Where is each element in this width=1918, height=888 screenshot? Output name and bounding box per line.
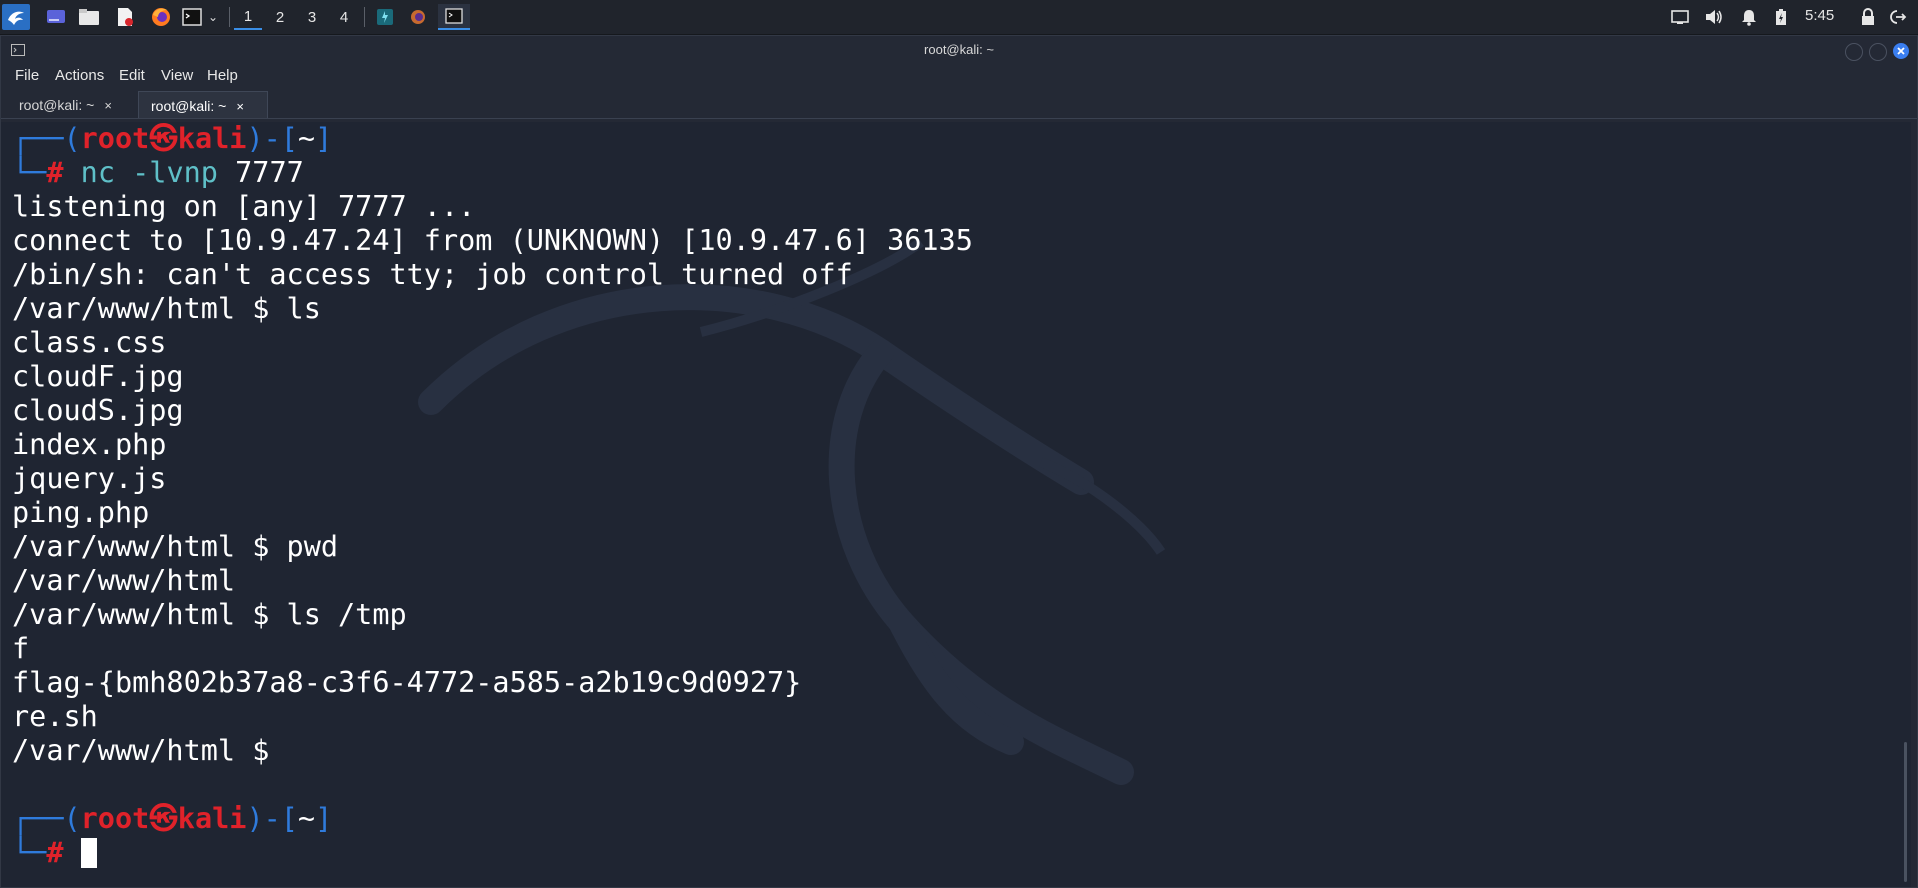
prompt-line-top: ┌──(root㉿kali)-[~]	[12, 122, 332, 156]
prompt-user: root	[80, 802, 150, 835]
tab-terminal-2[interactable]: root@kali: ~ ×	[138, 91, 268, 118]
top-panel: ⌄ 1 2 3 4 5:45	[0, 0, 1918, 35]
burpsuite-icon[interactable]	[373, 4, 397, 30]
clock[interactable]: 5:45	[1805, 7, 1834, 24]
tab-terminal-1[interactable]: root@kali: ~ ×	[1, 91, 133, 118]
firefox-task-icon[interactable]	[406, 4, 430, 30]
output-line: jquery.js	[12, 462, 167, 495]
menu-edit[interactable]: Edit	[119, 67, 145, 84]
battery-icon[interactable]	[1771, 4, 1791, 30]
prompt-frame: )-[	[246, 122, 298, 155]
title-bar[interactable]: root@kali: ~	[1, 36, 1917, 64]
prompt-line-bottom: └─#	[12, 836, 97, 870]
command-arg: 7777	[235, 156, 304, 189]
workspace-3[interactable]: 3	[298, 4, 326, 30]
prompt-hash: #	[46, 836, 64, 869]
scrollbar[interactable]	[1904, 742, 1907, 882]
terminal-window: root@kali: ~ File Actions Edit View Help…	[0, 35, 1918, 888]
lock-icon[interactable]	[1858, 4, 1878, 30]
close-button[interactable]	[1893, 43, 1909, 59]
output-line: cloudF.jpg	[12, 360, 184, 393]
desktop-icon[interactable]	[44, 4, 68, 30]
chevron-down-icon[interactable]: ⌄	[205, 4, 221, 30]
skull-icon: ㉿	[149, 802, 178, 835]
output-line: cloudS.jpg	[12, 394, 184, 427]
menu-file[interactable]: File	[15, 67, 39, 84]
prompt-dir: ~	[297, 122, 316, 155]
terminal-output[interactable]: ┌──(root㉿kali)-[~] └─# nc -lvnp 7777 lis…	[1, 122, 1911, 887]
workspace-2[interactable]: 2	[266, 4, 294, 30]
prompt-user: root	[80, 122, 150, 155]
skull-icon: ㉿	[149, 122, 178, 155]
output-line: index.php	[12, 428, 167, 461]
prompt-frame: └─	[12, 156, 47, 189]
terminal-task-icon[interactable]	[438, 4, 470, 30]
volume-icon[interactable]	[1702, 4, 1726, 30]
firefox-icon[interactable]	[149, 4, 173, 30]
menu-bar: File Actions Edit View Help	[1, 64, 1917, 86]
output-line: /var/www/html $	[12, 734, 270, 767]
tab-close-icon[interactable]: ×	[104, 98, 112, 113]
output-line: /var/www/html	[12, 564, 236, 597]
output-line: connect to [10.9.47.24] from (UNKNOWN) […	[12, 224, 973, 257]
terminal-icon[interactable]	[180, 4, 204, 30]
output-line: ping.php	[12, 496, 150, 529]
menu-view[interactable]: View	[161, 67, 193, 84]
workspace-4[interactable]: 4	[330, 4, 358, 30]
output-line: class.css	[12, 326, 167, 359]
output-line: /var/www/html $ ls	[12, 292, 321, 325]
panel-separator	[364, 7, 365, 27]
file-manager-icon[interactable]	[77, 4, 101, 30]
text-editor-icon[interactable]	[114, 4, 136, 30]
text-cursor[interactable]	[80, 838, 97, 868]
output-line: /var/www/html $ ls /tmp	[12, 598, 407, 631]
prompt-dir: ~	[297, 802, 316, 835]
tab-label: root@kali: ~	[19, 97, 95, 113]
output-line: listening on [any] 7777 ...	[12, 190, 476, 223]
notification-bell-icon[interactable]	[1738, 4, 1760, 30]
prompt-line-bottom: └─# nc -lvnp 7777	[12, 156, 304, 190]
panel-separator	[229, 7, 230, 27]
tab-bar: root@kali: ~ × root@kali: ~ ×	[1, 90, 1917, 119]
command-text: nc -lvnp	[80, 156, 218, 189]
flag-line: flag-{bmh802b37a8-c3f6-4772-a585-a2b19c9…	[12, 666, 802, 699]
prompt-host: kali	[177, 802, 247, 835]
tab-close-icon[interactable]: ×	[236, 99, 244, 114]
logout-icon[interactable]	[1886, 4, 1910, 30]
prompt-frame: └─	[12, 836, 47, 869]
prompt-frame: ]	[315, 802, 333, 835]
workspace-1[interactable]: 1	[234, 4, 262, 30]
output-line: /var/www/html $ pwd	[12, 530, 339, 563]
menu-actions[interactable]: Actions	[55, 67, 104, 84]
output-line: f	[12, 632, 30, 665]
display-icon[interactable]	[1668, 4, 1692, 30]
window-title: root@kali: ~	[924, 42, 994, 57]
output-line: re.sh	[12, 700, 98, 733]
output-line: /bin/sh: can't access tty; job control t…	[12, 258, 853, 291]
prompt-host: kali	[177, 122, 247, 155]
prompt-frame: ┌──(	[12, 802, 81, 835]
minimize-button[interactable]	[1845, 43, 1863, 61]
menu-help[interactable]: Help	[207, 67, 238, 84]
prompt-frame: )-[	[246, 802, 298, 835]
kali-menu-icon[interactable]	[2, 4, 30, 30]
maximize-button[interactable]	[1869, 43, 1887, 61]
prompt-line-top: ┌──(root㉿kali)-[~]	[12, 802, 332, 836]
prompt-hash: #	[46, 156, 64, 189]
tab-label: root@kali: ~	[151, 98, 227, 114]
prompt-frame: ]	[315, 122, 333, 155]
prompt-frame: ┌──(	[12, 122, 81, 155]
